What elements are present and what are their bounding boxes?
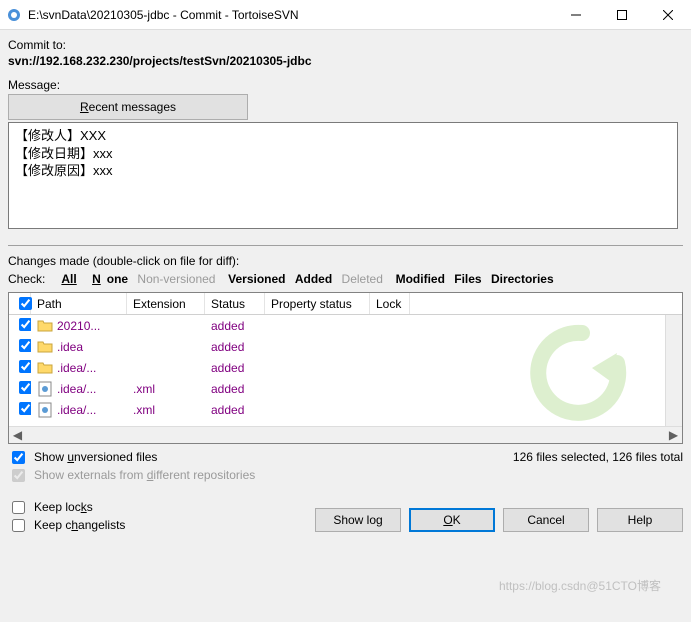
check-label: Check: — [8, 272, 45, 286]
scroll-left-icon[interactable]: ◀ — [9, 427, 26, 444]
file-path: 20210... — [57, 319, 100, 333]
filter-deleted: Deleted — [342, 272, 383, 286]
cancel-button[interactable]: Cancel — [503, 508, 589, 532]
selection-status: 126 files selected, 126 files total — [513, 450, 683, 464]
filter-directories[interactable]: Directories — [491, 272, 554, 286]
app-icon — [6, 7, 22, 23]
separator — [8, 245, 683, 246]
table-row[interactable]: 20210... added — [9, 315, 665, 336]
file-ext: .xml — [127, 382, 205, 396]
recent-messages-button[interactable]: Recent messages — [8, 94, 248, 120]
table-row[interactable]: .idea/... .xmladded — [9, 399, 665, 420]
ok-button[interactable]: OK — [409, 508, 495, 532]
vertical-scrollbar[interactable] — [665, 315, 682, 426]
table-row[interactable]: .idea/... added — [9, 357, 665, 378]
file-status: added — [205, 382, 265, 396]
row-checkbox[interactable] — [19, 381, 31, 394]
filter-files[interactable]: Files — [454, 272, 481, 286]
message-label: Message: — [8, 78, 683, 92]
file-list[interactable]: Path Extension Status Property status Lo… — [8, 292, 683, 444]
file-status: added — [205, 403, 265, 417]
changes-label: Changes made (double-click on file for d… — [8, 254, 683, 268]
table-row[interactable]: .idea/... .xmladded — [9, 378, 665, 399]
file-ext: .xml — [127, 403, 205, 417]
file-path: .idea/... — [57, 382, 96, 396]
keep-changelists-checkbox[interactable]: Keep changelists — [8, 518, 125, 532]
commit-url: svn://192.168.232.230/projects/testSvn/2… — [8, 54, 683, 68]
file-status: added — [205, 319, 265, 333]
show-externals-checkbox: Show externals from different repositori… — [8, 468, 255, 482]
col-lock[interactable]: Lock — [370, 293, 410, 314]
window-title: E:\svnData\20210305-jdbc - Commit - Tort… — [28, 8, 553, 22]
maximize-button[interactable] — [599, 0, 645, 30]
col-status[interactable]: Status — [205, 293, 265, 314]
keep-locks-checkbox[interactable]: Keep locks — [8, 500, 125, 514]
filter-added[interactable]: Added — [295, 272, 332, 286]
show-log-button[interactable]: Show log — [315, 508, 401, 532]
file-path: .idea/... — [57, 361, 96, 375]
row-checkbox[interactable] — [19, 402, 31, 415]
row-checkbox[interactable] — [19, 318, 31, 331]
minimize-button[interactable] — [553, 0, 599, 30]
filter-nonversioned: Non-versioned — [137, 272, 215, 286]
table-row[interactable]: .idea added — [9, 336, 665, 357]
watermark-text: https://blog.csdn@51CTO博客 — [499, 577, 661, 594]
titlebar: E:\svnData\20210305-jdbc - Commit - Tort… — [0, 0, 691, 30]
filter-none[interactable]: None — [92, 272, 128, 286]
horizontal-scrollbar[interactable]: ◀ ▶ — [9, 426, 682, 443]
file-path: .idea — [57, 340, 83, 354]
filter-versioned[interactable]: Versioned — [228, 272, 285, 286]
help-button[interactable]: Help — [597, 508, 683, 532]
check-filters: Check: All None Non-versioned Versioned … — [8, 272, 683, 286]
col-property-status[interactable]: Property status — [265, 293, 370, 314]
row-checkbox[interactable] — [19, 360, 31, 373]
grid-header: Path Extension Status Property status Lo… — [9, 293, 682, 315]
filter-all[interactable]: All — [61, 272, 82, 286]
row-checkbox[interactable] — [19, 339, 31, 352]
scroll-right-icon[interactable]: ▶ — [665, 427, 682, 444]
commit-message-textarea[interactable]: 【修改人】XXX【修改日期】xxx【修改原因】xxx — [8, 122, 678, 229]
close-button[interactable] — [645, 0, 691, 30]
file-path: .idea/... — [57, 403, 96, 417]
col-path[interactable]: Path — [31, 293, 127, 314]
file-status: added — [205, 361, 265, 375]
show-unversioned-checkbox[interactable]: Show unversioned files — [8, 450, 255, 464]
commit-to-label: Commit to: — [8, 38, 683, 52]
col-extension[interactable]: Extension — [127, 293, 205, 314]
file-status: added — [205, 340, 265, 354]
filter-modified[interactable]: Modified — [396, 272, 445, 286]
